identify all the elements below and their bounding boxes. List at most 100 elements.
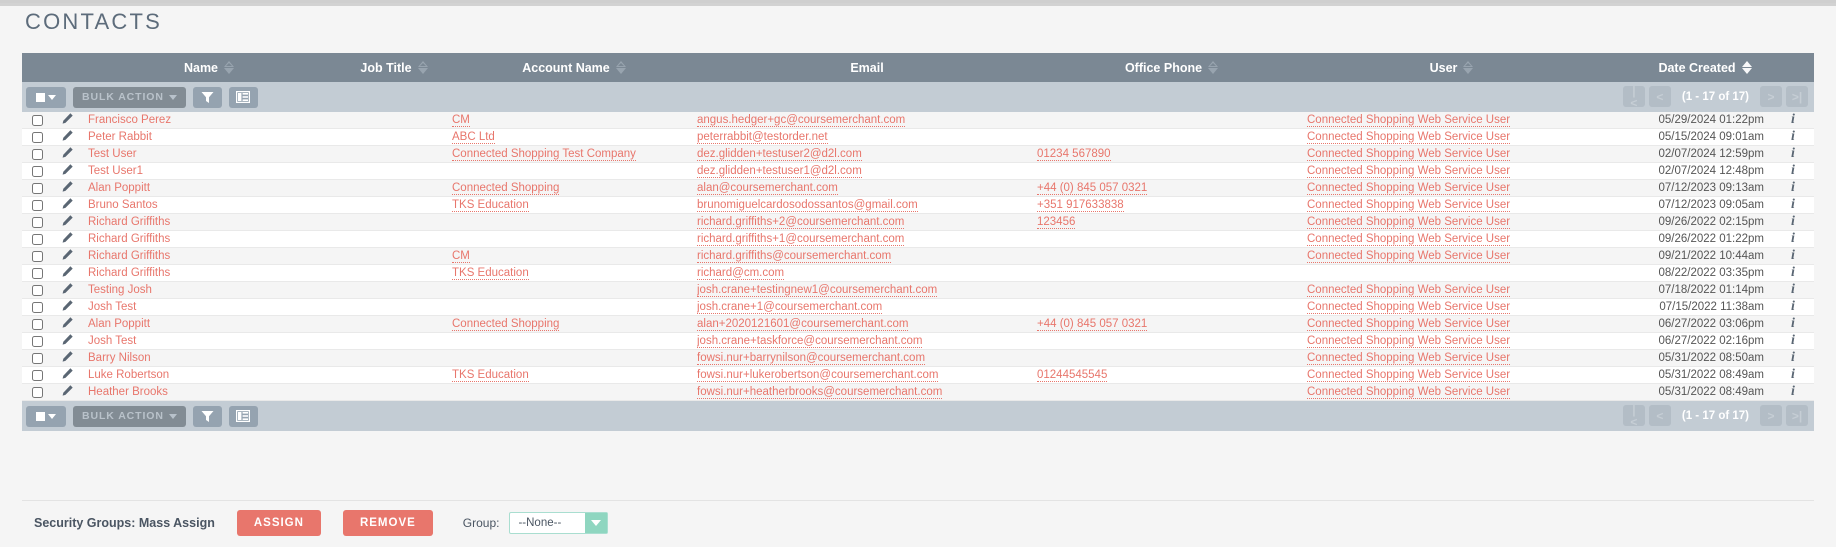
cell-name[interactable]: Luke Robertson <box>82 366 337 385</box>
pagination-first-button-bottom[interactable]: |< <box>1622 404 1645 428</box>
contact-name-link[interactable]: Heather Brooks <box>88 386 168 398</box>
row-select-cell[interactable] <box>22 349 52 368</box>
cell-user[interactable]: Connected Shopping Web Service User <box>1307 315 1597 334</box>
cell-office-phone[interactable]: +44 (0) 845 057 0321 <box>1037 179 1307 198</box>
cell-account-name[interactable]: Connected Shopping <box>452 315 697 334</box>
row-checkbox[interactable] <box>31 233 43 245</box>
header-user[interactable]: User <box>1307 53 1597 82</box>
cell-info[interactable]: i <box>1772 128 1814 147</box>
cell-user[interactable]: Connected Shopping Web Service User <box>1307 213 1597 232</box>
column-chooser-button[interactable] <box>228 86 258 108</box>
row-edit-cell[interactable] <box>52 196 82 215</box>
edit-icon[interactable] <box>62 113 73 127</box>
cell-name[interactable]: Richard Griffiths <box>82 264 337 283</box>
cell-account-name[interactable]: Connected Shopping <box>452 179 697 198</box>
row-select-cell[interactable] <box>22 196 52 215</box>
email-link[interactable]: peterrabbit@testorder.net <box>697 131 828 145</box>
row-checkbox[interactable] <box>31 148 43 160</box>
cell-name[interactable]: Testing Josh <box>82 281 337 300</box>
cell-account-name[interactable] <box>452 298 697 317</box>
edit-icon[interactable] <box>62 317 73 331</box>
row-checkbox[interactable] <box>31 352 43 364</box>
row-edit-cell[interactable] <box>52 247 82 266</box>
cell-account-name[interactable] <box>452 281 697 300</box>
cell-account-name[interactable]: CM <box>452 247 697 266</box>
header-account-name[interactable]: Account Name <box>452 53 697 82</box>
account-name-link[interactable]: ABC Ltd <box>452 131 495 145</box>
cell-name[interactable]: Josh Test <box>82 332 337 351</box>
column-chooser-button-bottom[interactable] <box>228 405 258 427</box>
contact-name-link[interactable]: Josh Test <box>88 335 136 347</box>
row-edit-cell[interactable] <box>52 366 82 385</box>
filter-button-bottom[interactable] <box>192 405 222 427</box>
cell-user[interactable]: Connected Shopping Web Service User <box>1307 128 1597 147</box>
account-name-link[interactable]: Connected Shopping <box>452 182 560 196</box>
cell-name[interactable]: Peter Rabbit <box>82 128 337 147</box>
edit-icon[interactable] <box>62 283 73 297</box>
cell-name[interactable]: Test User1 <box>82 162 337 181</box>
contact-name-link[interactable]: Richard Griffiths <box>88 216 170 228</box>
group-select[interactable]: --None-- <box>509 512 609 534</box>
row-edit-cell[interactable] <box>52 179 82 198</box>
info-icon[interactable]: i <box>1791 180 1795 195</box>
row-select-cell[interactable] <box>22 383 52 402</box>
office-phone-link[interactable]: +351 917633838 <box>1037 199 1124 213</box>
cell-email[interactable]: richard.griffiths+2@coursemerchant.com <box>697 213 1037 232</box>
email-link[interactable]: alan+2020121601@coursemerchant.com <box>697 318 909 332</box>
row-edit-cell[interactable] <box>52 349 82 368</box>
cell-email[interactable]: richard@cm.com <box>697 264 1037 283</box>
cell-office-phone[interactable] <box>1037 264 1307 283</box>
info-icon[interactable]: i <box>1791 248 1795 263</box>
edit-icon[interactable] <box>62 181 73 195</box>
sort-date-created-icon[interactable] <box>1741 61 1753 74</box>
cell-info[interactable]: i <box>1772 315 1814 334</box>
cell-office-phone[interactable]: +351 917633838 <box>1037 196 1307 215</box>
email-link[interactable]: richard.griffiths+1@coursemerchant.com <box>697 233 905 247</box>
email-link[interactable]: angus.hedger+gc@coursemerchant.com <box>697 114 906 128</box>
row-edit-cell[interactable] <box>52 162 82 181</box>
user-link[interactable]: Connected Shopping Web Service User <box>1307 369 1511 383</box>
header-office-phone[interactable]: Office Phone <box>1037 53 1307 82</box>
edit-icon[interactable] <box>62 300 73 314</box>
row-checkbox[interactable] <box>31 114 43 126</box>
info-icon[interactable]: i <box>1791 146 1795 161</box>
cell-user[interactable]: Connected Shopping Web Service User <box>1307 366 1597 385</box>
account-name-link[interactable]: CM <box>452 114 470 128</box>
edit-icon[interactable] <box>62 385 73 399</box>
cell-info[interactable]: i <box>1772 247 1814 266</box>
cell-office-phone[interactable] <box>1037 383 1307 402</box>
row-select-cell[interactable] <box>22 145 52 164</box>
cell-office-phone[interactable] <box>1037 298 1307 317</box>
user-link[interactable]: Connected Shopping Web Service User <box>1307 250 1511 264</box>
row-checkbox[interactable] <box>31 250 43 262</box>
cell-user[interactable]: Connected Shopping Web Service User <box>1307 298 1597 317</box>
info-icon[interactable]: i <box>1791 384 1795 399</box>
row-edit-cell[interactable] <box>52 264 82 283</box>
email-link[interactable]: richard@cm.com <box>697 267 785 281</box>
cell-name[interactable]: Barry Nilson <box>82 349 337 368</box>
email-link[interactable]: dez.glidden+testuser2@d2l.com <box>697 148 862 162</box>
cell-user[interactable]: Connected Shopping Web Service User <box>1307 179 1597 198</box>
table-row[interactable]: Richard Griffiths richard.griffiths+2@cou… <box>22 213 1814 232</box>
table-row[interactable]: Testing Josh josh.crane+testingnew1@cours… <box>22 281 1814 300</box>
cell-info[interactable]: i <box>1772 264 1814 283</box>
cell-account-name[interactable] <box>452 349 697 368</box>
table-row[interactable]: Barry Nilson fowsi.nur+barrynilson@course… <box>22 349 1814 368</box>
edit-icon[interactable] <box>62 147 73 161</box>
cell-email[interactable]: brunomiguelcardosodossantos@gmail.com <box>697 196 1037 215</box>
email-link[interactable]: richard.griffiths+2@coursemerchant.com <box>697 216 905 230</box>
cell-user[interactable] <box>1307 264 1597 283</box>
cell-office-phone[interactable] <box>1037 128 1307 147</box>
cell-account-name[interactable]: TKS Education <box>452 366 697 385</box>
cell-account-name[interactable] <box>452 383 697 402</box>
contact-name-link[interactable]: Richard Griffiths <box>88 267 170 279</box>
cell-info[interactable]: i <box>1772 213 1814 232</box>
table-row[interactable]: Peter Rabbit ABC Ltd peterrabbit@testorder… <box>22 128 1814 147</box>
cell-account-name[interactable]: TKS Education <box>452 264 697 283</box>
user-link[interactable]: Connected Shopping Web Service User <box>1307 318 1511 332</box>
contact-name-link[interactable]: Richard Griffiths <box>88 233 170 245</box>
pagination-prev-button[interactable]: < <box>1648 86 1671 107</box>
row-edit-cell[interactable] <box>52 230 82 249</box>
user-link[interactable]: Connected Shopping Web Service User <box>1307 216 1511 230</box>
cell-info[interactable]: i <box>1772 145 1814 164</box>
